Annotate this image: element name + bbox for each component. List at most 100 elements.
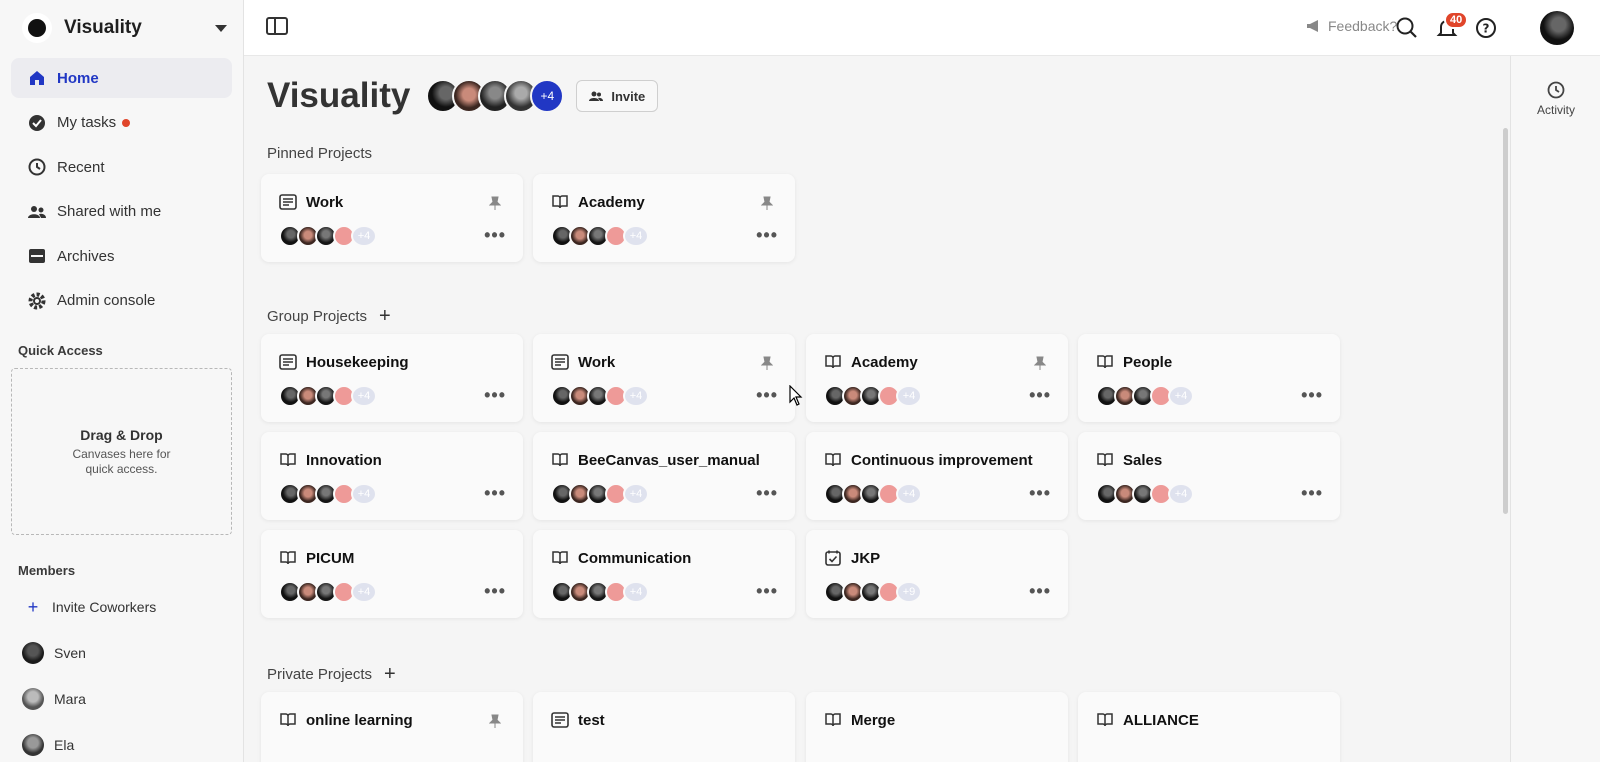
book-icon — [551, 194, 569, 210]
activity-button[interactable]: Activity — [1523, 80, 1589, 117]
project-card[interactable]: Sales +4 ••• — [1078, 432, 1340, 520]
sidebar-item-my-tasks[interactable]: My tasks — [11, 103, 232, 143]
sidebar-item-recent[interactable]: Recent — [11, 147, 232, 187]
more-options-icon[interactable]: ••• — [1301, 484, 1323, 502]
pin-icon[interactable] — [760, 356, 774, 375]
project-card[interactable]: BeeCanvas_user_manual +4 ••• — [533, 432, 795, 520]
workspace-switcher[interactable]: Visuality — [0, 0, 243, 56]
board-icon — [279, 194, 297, 210]
more-options-icon[interactable]: ••• — [756, 484, 778, 502]
invite-coworkers-button[interactable]: + Invite Coworkers — [0, 584, 243, 630]
more-members-count: +4 — [896, 385, 922, 407]
scrollbar[interactable] — [1503, 128, 1508, 514]
more-members-count: +4 — [351, 581, 377, 603]
project-card[interactable]: Work +4 ••• — [533, 334, 795, 422]
pin-icon[interactable] — [1033, 356, 1047, 375]
more-options-icon[interactable]: ••• — [756, 582, 778, 600]
gear-icon — [27, 291, 47, 311]
more-members-count: +4 — [623, 225, 649, 247]
add-group-project-button[interactable]: + — [379, 305, 391, 328]
project-card[interactable]: Academy +4 ••• — [533, 174, 795, 262]
invite-button[interactable]: Invite — [576, 80, 659, 112]
more-members-count: +9 — [896, 581, 922, 603]
project-title: Work — [306, 194, 344, 211]
project-card[interactable]: ALLIANCE — [1078, 692, 1340, 762]
invite-coworkers-label: Invite Coworkers — [52, 599, 157, 615]
project-members[interactable]: +4 — [1096, 483, 1194, 505]
project-card[interactable]: test — [533, 692, 795, 762]
sidebar-item-shared[interactable]: Shared with me — [11, 192, 232, 232]
project-members[interactable]: +4 — [551, 483, 649, 505]
more-options-icon[interactable]: ••• — [484, 386, 506, 404]
more-options-icon[interactable]: ••• — [484, 484, 506, 502]
plus-icon: + — [27, 596, 39, 617]
check-circle-icon — [27, 113, 47, 133]
main-content: Visuality +4 Invite Pinned Projects Grou… — [244, 56, 1510, 762]
project-members[interactable]: +4 — [279, 483, 377, 505]
pin-icon[interactable] — [760, 196, 774, 215]
book-icon — [824, 452, 842, 468]
project-card[interactable]: People +4 ••• — [1078, 334, 1340, 422]
sidebar-item-home[interactable]: Home — [11, 58, 232, 98]
add-private-project-button[interactable]: + — [384, 663, 396, 686]
member-item[interactable]: Ela — [0, 722, 243, 762]
quick-access-dropzone[interactable]: Drag & Drop Canvases here for quick acce… — [11, 368, 232, 535]
project-members[interactable]: +4 — [824, 385, 922, 407]
project-title: Academy — [578, 194, 645, 211]
quick-access-label: Quick Access — [18, 343, 103, 358]
project-card[interactable]: Work +4 ••• — [261, 174, 523, 262]
project-title: online learning — [306, 712, 413, 729]
sidebar-toggle-icon[interactable] — [266, 17, 288, 35]
more-options-icon[interactable]: ••• — [1029, 386, 1051, 404]
project-members[interactable]: +4 — [551, 581, 649, 603]
project-card[interactable]: Housekeeping +4 ••• — [261, 334, 523, 422]
more-options-icon[interactable]: ••• — [756, 226, 778, 244]
project-card[interactable]: online learning — [261, 692, 523, 762]
project-members[interactable]: +4 — [279, 581, 377, 603]
bell-icon[interactable]: 40 — [1434, 11, 1469, 41]
project-members[interactable]: +9 — [824, 581, 922, 603]
project-members[interactable]: +4 — [279, 225, 377, 247]
member-item[interactable]: Mara — [0, 676, 243, 722]
project-title: JKP — [851, 550, 881, 567]
member-item[interactable]: Sven — [0, 630, 243, 676]
project-card[interactable]: PICUM +4 ••• — [261, 530, 523, 618]
project-members[interactable]: +4 — [551, 225, 649, 247]
more-options-icon[interactable]: ••• — [484, 582, 506, 600]
user-avatar[interactable] — [1540, 11, 1574, 45]
book-icon — [279, 452, 297, 468]
project-members[interactable]: +4 — [824, 483, 922, 505]
project-title: Communication — [578, 550, 692, 567]
project-title: Sales — [1123, 452, 1163, 469]
project-card[interactable]: Continuous improvement +4 ••• — [806, 432, 1068, 520]
help-icon[interactable]: ? — [1473, 15, 1499, 41]
project-card[interactable]: Academy +4 ••• — [806, 334, 1068, 422]
board-icon — [279, 354, 297, 370]
project-members[interactable]: +4 — [551, 385, 649, 407]
more-options-icon[interactable]: ••• — [1029, 582, 1051, 600]
project-card[interactable]: Innovation +4 ••• — [261, 432, 523, 520]
more-options-icon[interactable]: ••• — [484, 226, 506, 244]
project-card[interactable]: Merge — [806, 692, 1068, 762]
workspace-members[interactable]: +4 — [426, 79, 565, 113]
more-options-icon[interactable]: ••• — [756, 386, 778, 404]
member-name: Ela — [54, 737, 75, 753]
avatar — [22, 642, 44, 664]
avatar — [22, 734, 44, 756]
board-icon — [551, 712, 569, 728]
project-card[interactable]: JKP +9 ••• — [806, 530, 1068, 618]
book-icon — [1096, 712, 1114, 728]
pin-icon[interactable] — [488, 714, 502, 733]
group-projects-label: Group Projects + — [267, 305, 391, 328]
project-members[interactable]: +4 — [279, 385, 377, 407]
project-members[interactable]: +4 — [1096, 385, 1194, 407]
sidebar-item-archives[interactable]: Archives — [11, 236, 232, 276]
project-card[interactable]: Communication +4 ••• — [533, 530, 795, 618]
sidebar-item-admin[interactable]: Admin console — [11, 281, 232, 321]
feedback-button[interactable]: Feedback? — [1306, 18, 1397, 34]
search-icon[interactable] — [1394, 15, 1420, 41]
more-options-icon[interactable]: ••• — [1029, 484, 1051, 502]
pin-icon[interactable] — [488, 196, 502, 215]
activity-label: Activity — [1536, 103, 1575, 117]
more-options-icon[interactable]: ••• — [1301, 386, 1323, 404]
